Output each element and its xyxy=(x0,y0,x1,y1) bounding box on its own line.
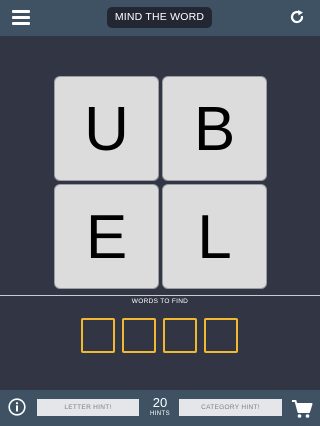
category-hint-button[interactable]: CATEGORY HINT! xyxy=(179,399,282,416)
menu-icon[interactable] xyxy=(12,10,32,26)
answer-slot[interactable] xyxy=(81,318,115,353)
bottom-bar: LETTER HINT! 20 HINTS CATEGORY HINT! xyxy=(0,390,320,426)
letter-tile[interactable]: U xyxy=(54,76,159,181)
divider xyxy=(0,295,320,296)
game-title: MIND THE WORD xyxy=(107,7,212,28)
answer-slot[interactable] xyxy=(122,318,156,353)
hints-count: 20 xyxy=(152,395,168,410)
restart-icon[interactable] xyxy=(288,8,306,26)
hints-label: HINTS xyxy=(150,411,170,417)
words-to-find-label: WORDS TO FIND xyxy=(131,298,189,305)
answer-slot[interactable] xyxy=(163,318,197,353)
letter-tile[interactable]: E xyxy=(54,184,159,289)
menu-line xyxy=(12,10,30,13)
menu-line xyxy=(12,16,30,19)
top-bar: MIND THE WORD xyxy=(0,0,320,36)
letter-tile[interactable]: L xyxy=(162,184,267,289)
letter-hint-button[interactable]: LETTER HINT! xyxy=(37,399,139,416)
menu-line xyxy=(12,22,30,25)
info-icon[interactable] xyxy=(8,398,26,416)
answer-slot[interactable] xyxy=(204,318,238,353)
letter-tile[interactable]: B xyxy=(162,76,267,181)
cart-icon[interactable] xyxy=(291,399,313,419)
hints-counter: 20 HINTS xyxy=(145,396,175,418)
